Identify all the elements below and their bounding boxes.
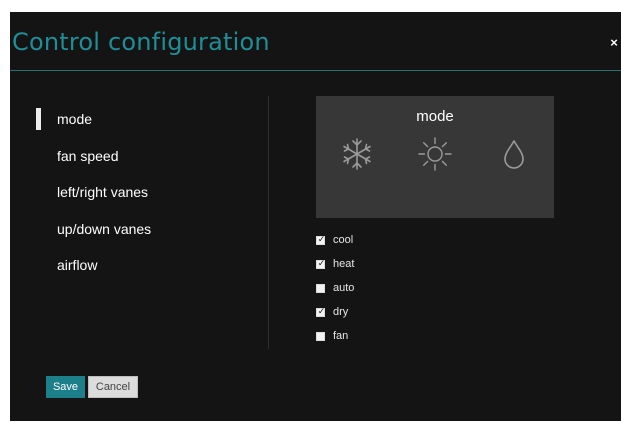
option-label: fan	[333, 330, 349, 342]
column-divider	[268, 96, 269, 349]
nav-item-label: airflow	[57, 257, 98, 273]
dialog-title: Control configuration	[12, 28, 270, 56]
checkbox-dry[interactable]: ✓	[316, 307, 326, 317]
nav-item-label: mode	[57, 111, 93, 127]
checkbox-fan[interactable]	[316, 332, 325, 341]
selected-marker	[36, 108, 41, 130]
option-label: cool	[333, 234, 354, 246]
check-icon: ✓	[317, 307, 326, 317]
checkbox-cool[interactable]: ✓	[316, 235, 326, 245]
check-icon: ✓	[317, 235, 326, 245]
option-label: heat	[333, 258, 355, 270]
preview-title: mode	[416, 108, 454, 125]
close-icon[interactable]: ×	[607, 36, 621, 50]
control-configuration-dialog: Control configuration × mode fan speed l…	[10, 12, 621, 421]
sun-icon	[417, 136, 453, 172]
nav-item-label: left/right vanes	[57, 184, 149, 200]
nav-item-airflow[interactable]: airflow	[36, 256, 236, 293]
check-icon: ✓	[317, 259, 326, 269]
checkbox-heat[interactable]: ✓	[316, 259, 326, 269]
title-divider	[10, 70, 621, 71]
mode-preview-panel: mode	[316, 96, 554, 218]
option-label: dry	[333, 306, 349, 318]
save-button[interactable]: Save	[46, 376, 85, 398]
cancel-button[interactable]: Cancel	[88, 376, 138, 398]
nav-item-up-down-vanes[interactable]: up/down vanes	[36, 220, 236, 257]
option-label: auto	[333, 282, 355, 294]
snowflake-icon	[339, 136, 375, 172]
nav-item-label: fan speed	[57, 147, 119, 164]
nav-item-fan-speed[interactable]: fan speed	[36, 147, 236, 184]
nav-item-mode[interactable]: mode	[36, 108, 236, 147]
nav-item-label: up/down vanes	[57, 220, 152, 237]
checkbox-auto[interactable]	[316, 284, 325, 293]
control-list: mode fan speed left/right vanes up/down …	[36, 108, 236, 293]
droplet-icon	[496, 136, 532, 172]
nav-item-left-right-vanes[interactable]: left/right vanes	[36, 183, 236, 220]
